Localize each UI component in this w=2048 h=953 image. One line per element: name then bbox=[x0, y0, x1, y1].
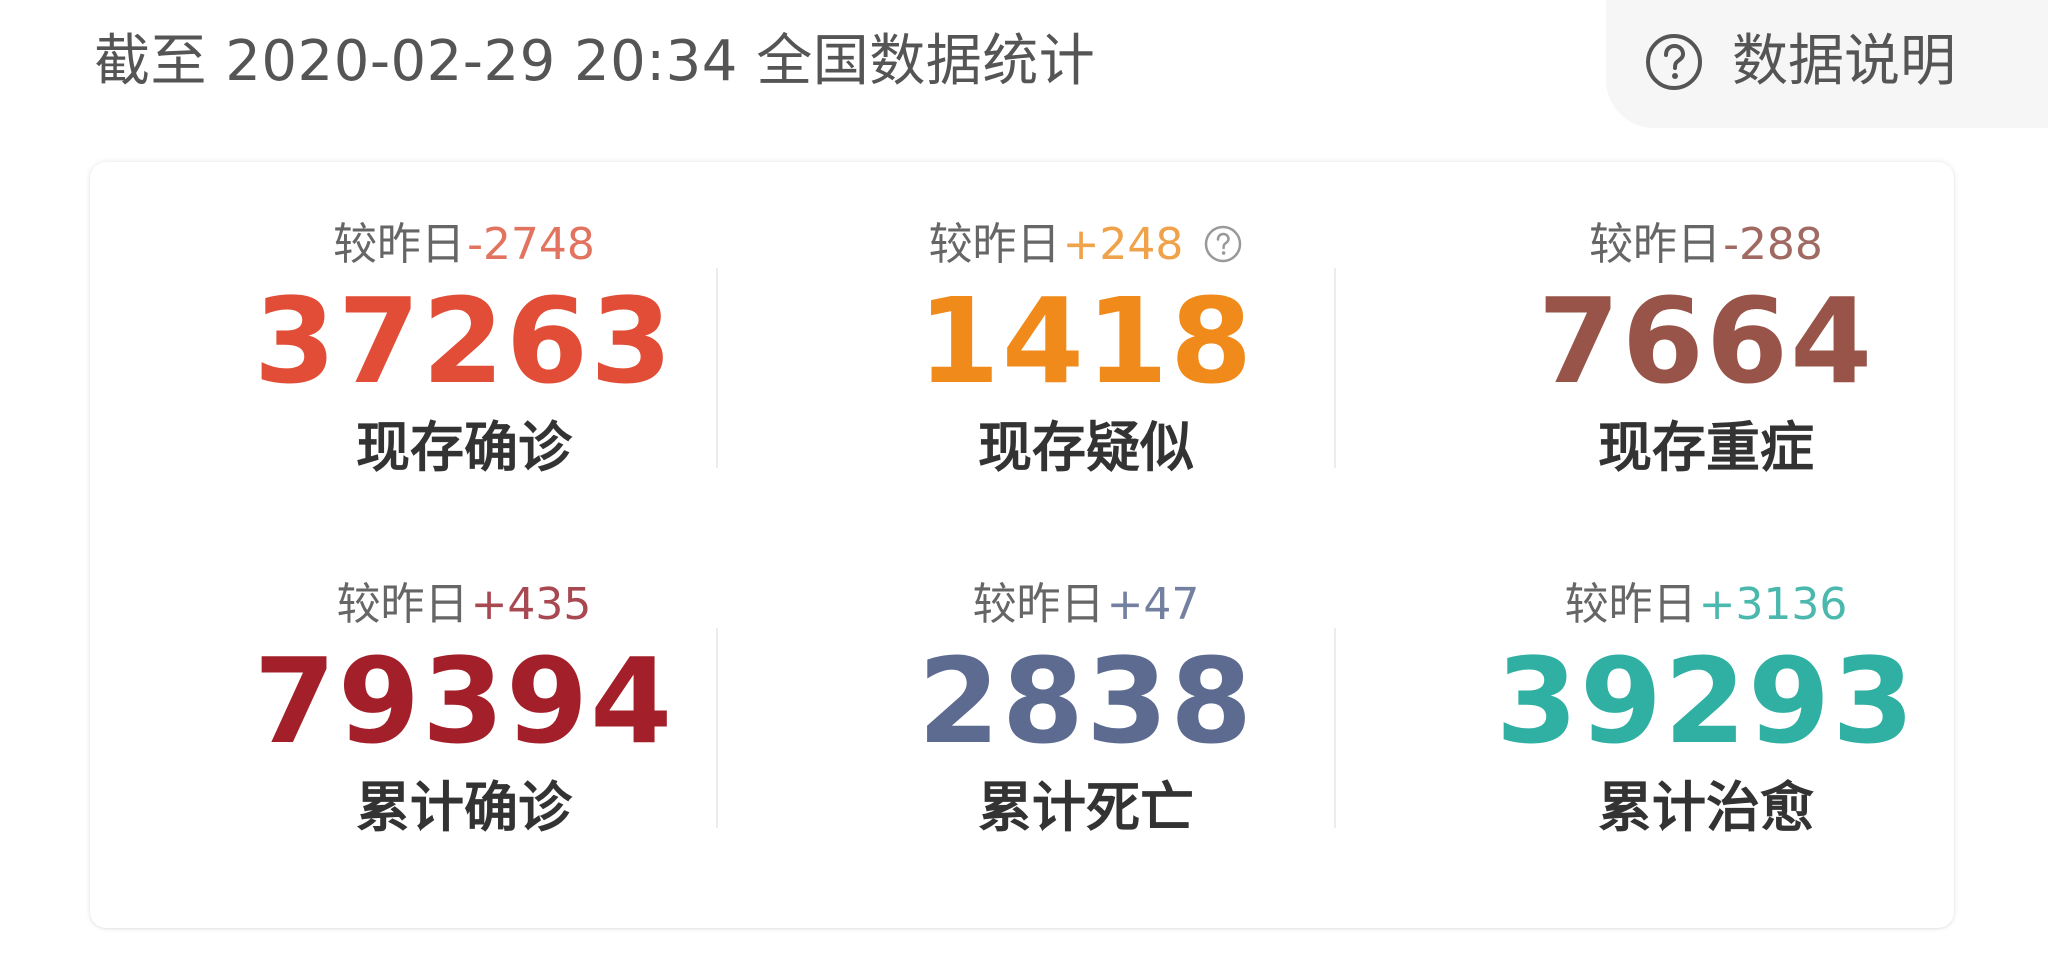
stat-delta: 较昨日+3136 bbox=[1396, 574, 2016, 636]
stat-label: 累计治愈 bbox=[1598, 776, 1814, 839]
stat-current-suspected[interactable]: 较昨日+248 1418 现存疑似 bbox=[776, 214, 1396, 484]
stat-value: 79394 bbox=[253, 632, 675, 770]
compare-label: 较昨日 bbox=[972, 579, 1105, 630]
stat-total-deaths[interactable]: 较昨日+47 2838 累计死亡 bbox=[776, 574, 1396, 844]
column-divider bbox=[716, 628, 718, 828]
stat-delta: 较昨日-2748 bbox=[154, 214, 774, 276]
stat-label: 现存重症 bbox=[1598, 416, 1814, 479]
stat-value: 1418 bbox=[917, 272, 1255, 410]
delta-value: +47 bbox=[1106, 579, 1200, 630]
column-divider bbox=[1334, 268, 1336, 468]
data-description-label: 数据说明 bbox=[1732, 29, 1956, 94]
compare-label: 较昨日 bbox=[333, 219, 466, 270]
stat-value: 2838 bbox=[917, 632, 1255, 770]
compare-label: 较昨日 bbox=[928, 219, 1061, 270]
delta-value: -288 bbox=[1723, 219, 1823, 270]
stat-value: 7664 bbox=[1537, 272, 1875, 410]
stat-value: 39293 bbox=[1495, 632, 1917, 770]
stat-label: 现存疑似 bbox=[978, 416, 1194, 479]
delta-value: +435 bbox=[470, 579, 592, 630]
column-divider bbox=[1334, 628, 1336, 828]
stat-delta: 较昨日+47 bbox=[776, 574, 1396, 636]
data-description-button[interactable]: 数据说明 bbox=[1606, 0, 2048, 128]
stat-value: 37263 bbox=[253, 272, 675, 410]
stat-total-confirmed[interactable]: 较昨日+435 79394 累计确诊 bbox=[154, 574, 774, 844]
compare-label: 较昨日 bbox=[336, 579, 469, 630]
question-circle-icon bbox=[1646, 34, 1702, 90]
stat-delta: 较昨日+435 bbox=[154, 574, 774, 636]
column-divider bbox=[716, 268, 718, 468]
page-title: 截至 2020-02-29 20:34 全国数据统计 bbox=[94, 29, 1096, 94]
stats-card: 较昨日-2748 37263 现存确诊 较昨日+248 1418 现存疑似 较昨… bbox=[90, 162, 1954, 928]
stat-current-severe[interactable]: 较昨日-288 7664 现存重症 bbox=[1396, 214, 2016, 484]
stat-total-recovered[interactable]: 较昨日+3136 39293 累计治愈 bbox=[1396, 574, 2016, 844]
compare-label: 较昨日 bbox=[1589, 219, 1722, 270]
stat-current-confirmed[interactable]: 较昨日-2748 37263 现存确诊 bbox=[154, 214, 774, 484]
delta-value: -2748 bbox=[467, 219, 595, 270]
stat-label: 现存确诊 bbox=[356, 416, 572, 479]
stat-delta: 较昨日+248 bbox=[776, 214, 1396, 276]
stat-delta: 较昨日-288 bbox=[1396, 214, 2016, 276]
compare-label: 较昨日 bbox=[1564, 579, 1697, 630]
stat-label: 累计死亡 bbox=[978, 776, 1194, 839]
delta-value: +3136 bbox=[1698, 579, 1848, 630]
delta-value: +248 bbox=[1062, 219, 1184, 270]
info-question-icon[interactable] bbox=[1203, 224, 1243, 264]
stat-label: 累计确诊 bbox=[356, 776, 572, 839]
